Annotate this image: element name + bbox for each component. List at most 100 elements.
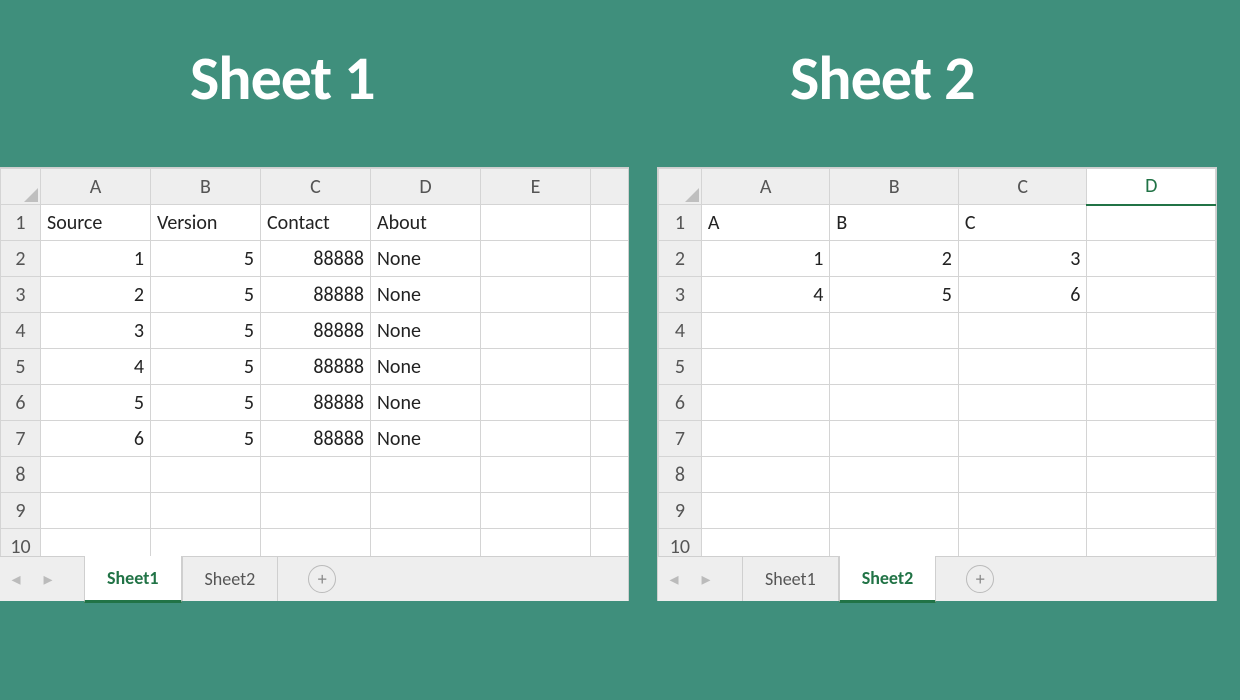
- column-header[interactable]: A: [41, 169, 151, 205]
- column-header[interactable]: D: [1087, 169, 1216, 205]
- cell[interactable]: Version: [151, 205, 261, 241]
- cell[interactable]: [591, 493, 629, 529]
- cell[interactable]: 5: [151, 385, 261, 421]
- cell[interactable]: [958, 493, 1087, 529]
- cell[interactable]: [591, 529, 629, 557]
- cell[interactable]: [1087, 205, 1216, 241]
- cell[interactable]: 3: [958, 241, 1087, 277]
- cell[interactable]: 88888: [261, 385, 371, 421]
- row-header[interactable]: 1: [1, 205, 41, 241]
- cell[interactable]: [958, 529, 1087, 557]
- cell[interactable]: 5: [151, 277, 261, 313]
- cell[interactable]: [151, 529, 261, 557]
- row-header[interactable]: 4: [1, 313, 41, 349]
- row-header[interactable]: 5: [659, 349, 702, 385]
- column-header[interactable]: B: [830, 169, 959, 205]
- cell[interactable]: [701, 385, 830, 421]
- row-header[interactable]: 2: [659, 241, 702, 277]
- cell[interactable]: [261, 493, 371, 529]
- cell[interactable]: [41, 457, 151, 493]
- cell[interactable]: B: [830, 205, 959, 241]
- column-header[interactable]: D: [371, 169, 481, 205]
- cell[interactable]: 2: [41, 277, 151, 313]
- cell[interactable]: 88888: [261, 277, 371, 313]
- cell[interactable]: A: [701, 205, 830, 241]
- cell[interactable]: [830, 421, 959, 457]
- cell[interactable]: 88888: [261, 241, 371, 277]
- column-header[interactable]: B: [151, 169, 261, 205]
- cell[interactable]: [1087, 493, 1216, 529]
- column-header[interactable]: A: [701, 169, 830, 205]
- cell[interactable]: [701, 493, 830, 529]
- cell[interactable]: C: [958, 205, 1087, 241]
- cell[interactable]: [1087, 421, 1216, 457]
- tab-sheet1[interactable]: Sheet1: [742, 557, 839, 601]
- row-header[interactable]: 2: [1, 241, 41, 277]
- cell[interactable]: [830, 457, 959, 493]
- cell[interactable]: [1087, 313, 1216, 349]
- row-header[interactable]: 6: [659, 385, 702, 421]
- column-header[interactable]: E: [481, 169, 591, 205]
- cell[interactable]: [701, 421, 830, 457]
- cell[interactable]: 88888: [261, 313, 371, 349]
- add-sheet-button[interactable]: +: [966, 565, 994, 593]
- row-header[interactable]: 3: [1, 277, 41, 313]
- row-header[interactable]: 7: [1, 421, 41, 457]
- cell[interactable]: [371, 529, 481, 557]
- cell[interactable]: 5: [830, 277, 959, 313]
- row-header[interactable]: 9: [1, 493, 41, 529]
- cell[interactable]: [481, 457, 591, 493]
- nav-next-icon[interactable]: ▸: [32, 568, 64, 590]
- cell[interactable]: [591, 277, 629, 313]
- cell[interactable]: 6: [41, 421, 151, 457]
- add-sheet-button[interactable]: +: [308, 565, 336, 593]
- nav-prev-icon[interactable]: ◂: [0, 568, 32, 590]
- cell[interactable]: [1087, 277, 1216, 313]
- cell[interactable]: [958, 313, 1087, 349]
- cell[interactable]: None: [371, 385, 481, 421]
- cell[interactable]: 5: [151, 313, 261, 349]
- cell[interactable]: [371, 493, 481, 529]
- tab-sheet2[interactable]: Sheet2: [839, 556, 937, 603]
- cell[interactable]: 5: [41, 385, 151, 421]
- cell[interactable]: [958, 385, 1087, 421]
- cell[interactable]: [1087, 241, 1216, 277]
- cell[interactable]: [1087, 385, 1216, 421]
- row-header[interactable]: 8: [659, 457, 702, 493]
- column-header[interactable]: [591, 169, 629, 205]
- row-header[interactable]: 3: [659, 277, 702, 313]
- cell[interactable]: [1087, 457, 1216, 493]
- cell[interactable]: 4: [701, 277, 830, 313]
- cell[interactable]: [701, 313, 830, 349]
- column-header[interactable]: C: [261, 169, 371, 205]
- cell[interactable]: [958, 421, 1087, 457]
- cell[interactable]: 5: [151, 421, 261, 457]
- cell[interactable]: [591, 457, 629, 493]
- cell[interactable]: 2: [830, 241, 959, 277]
- cell[interactable]: [830, 313, 959, 349]
- cell[interactable]: [481, 313, 591, 349]
- cell[interactable]: Contact: [261, 205, 371, 241]
- cell[interactable]: [591, 313, 629, 349]
- cell[interactable]: 4: [41, 349, 151, 385]
- cell[interactable]: [481, 349, 591, 385]
- row-header[interactable]: 8: [1, 457, 41, 493]
- cell[interactable]: [1087, 349, 1216, 385]
- cell[interactable]: [481, 529, 591, 557]
- cell[interactable]: 5: [151, 349, 261, 385]
- row-header[interactable]: 7: [659, 421, 702, 457]
- cell[interactable]: [41, 529, 151, 557]
- cell[interactable]: [830, 493, 959, 529]
- cell[interactable]: [481, 205, 591, 241]
- cell[interactable]: Source: [41, 205, 151, 241]
- select-all-corner[interactable]: [659, 169, 702, 205]
- nav-next-icon[interactable]: ▸: [690, 568, 722, 590]
- cell[interactable]: 1: [701, 241, 830, 277]
- cell[interactable]: [591, 385, 629, 421]
- cell[interactable]: [481, 421, 591, 457]
- cell[interactable]: [830, 529, 959, 557]
- row-header[interactable]: 4: [659, 313, 702, 349]
- cell[interactable]: [701, 529, 830, 557]
- cell[interactable]: [481, 385, 591, 421]
- column-header[interactable]: C: [958, 169, 1087, 205]
